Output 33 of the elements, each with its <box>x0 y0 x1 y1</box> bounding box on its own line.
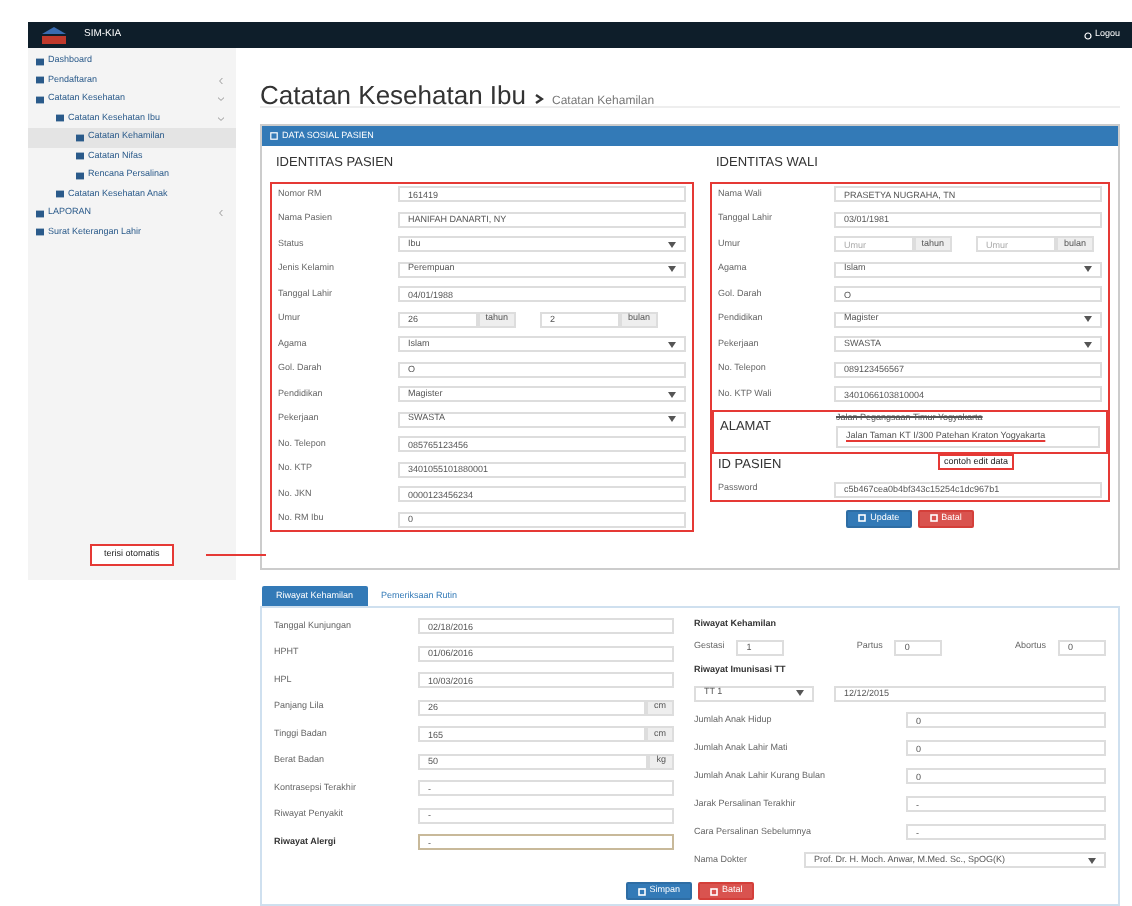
page-title: Catatan Kesehatan Ibu <box>260 78 526 114</box>
logo-icon <box>40 26 68 44</box>
button-icon <box>929 514 938 523</box>
caret-icon <box>668 391 676 397</box>
menu-icon <box>76 133 84 142</box>
caret-icon <box>668 266 676 272</box>
chevron-icon <box>218 210 224 217</box>
caret-icon <box>1084 266 1092 272</box>
edit-icon <box>270 132 278 140</box>
caret-icon <box>1088 857 1096 863</box>
menu-icon <box>36 228 44 237</box>
caret-icon <box>1084 341 1092 347</box>
caret-icon <box>668 241 676 247</box>
caret-icon <box>668 341 676 347</box>
chevron-icon <box>218 96 224 103</box>
menu-icon <box>36 57 44 66</box>
button-icon <box>637 887 646 895</box>
chevron-icon <box>218 77 224 84</box>
menu-icon <box>36 76 44 85</box>
button-icon <box>710 887 718 895</box>
menu-icon <box>56 190 64 199</box>
menu-icon <box>76 171 84 180</box>
menu-icon <box>36 95 44 104</box>
menu-icon <box>36 209 44 218</box>
caret-icon <box>796 690 804 696</box>
menu-icon <box>56 114 64 123</box>
caret-icon <box>1084 316 1092 322</box>
leader-line <box>206 554 266 556</box>
button-icon <box>858 514 867 523</box>
power-icon <box>1084 31 1093 39</box>
chevron-icon <box>218 115 224 122</box>
caret-icon <box>668 416 676 422</box>
menu-icon <box>76 152 84 161</box>
